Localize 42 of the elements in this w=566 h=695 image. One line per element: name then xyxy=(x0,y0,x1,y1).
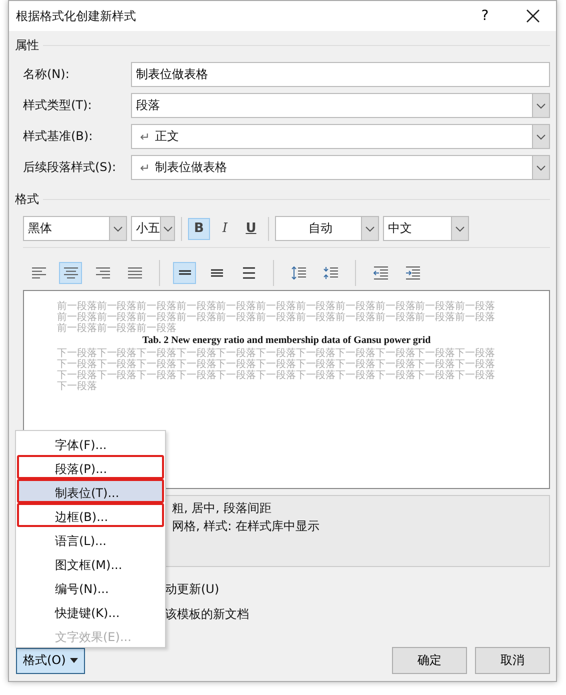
window-title: 根据格式化创建新样式 xyxy=(16,8,137,24)
help-button[interactable]: ? xyxy=(462,1,508,31)
style-dropdown[interactable]: ↵ 制表位做表格 xyxy=(131,155,550,180)
style-dropdown[interactable]: 段落 xyxy=(131,93,550,118)
section-heading: 属性 xyxy=(15,37,39,54)
field-label: 样式类型(T): xyxy=(23,97,93,114)
menu-item[interactable]: 编号(N)... xyxy=(17,575,164,599)
dialog-button[interactable]: 取消 xyxy=(475,647,550,674)
language-dropdown[interactable]: 中文 xyxy=(383,216,469,241)
menu-item[interactable]: 边框(B)... xyxy=(17,503,164,527)
preview-caption: Tab. 2 New energy ratio and membership data of Gansu power grid xyxy=(141,334,432,348)
preview-text: 下一段落 xyxy=(57,381,98,392)
underline-button[interactable]: U xyxy=(240,218,262,240)
menu-item[interactable]: 图文框(M)... xyxy=(17,551,164,575)
bold-button[interactable]: B xyxy=(188,218,210,240)
field-label: 样式基准(B): xyxy=(23,128,94,145)
style-dropdown[interactable]: ↵ 正文 xyxy=(131,124,550,149)
option-label: 该模板的新文档 xyxy=(165,606,250,623)
dialog-button[interactable]: 确定 xyxy=(392,647,467,674)
italic-button[interactable]: I xyxy=(214,218,236,240)
section-heading: 格式 xyxy=(15,191,39,208)
size-dropdown[interactable]: 小五 xyxy=(131,216,175,241)
menu-item[interactable]: 制表位(T)... xyxy=(17,479,164,503)
preview-text: 下一段落下一段落下一段落下一段落下一段落下一段落下一段落下一段落下一段落下一段落下一段落 xyxy=(57,370,496,381)
font-dropdown[interactable]: 黑体 xyxy=(23,216,127,241)
preview-text: 前一段落前一段落前一段落 xyxy=(57,323,178,334)
field-label: 后续段落样式(S): xyxy=(23,159,118,176)
format-button[interactable]: 格式(O) xyxy=(16,648,85,674)
preview-text: 前一段落前一段落前一段落前一段落前一段落前一段落前一段落前一段落前一段落前一段落前一段落 xyxy=(57,312,496,323)
menu-item[interactable]: 字体(F)... xyxy=(17,431,164,455)
preview-text: 前一段落前一段落前一段落前一段落前一段落前一段落前一段落前一段落前一段落前一段落前一段落 xyxy=(57,301,496,312)
field-label: 名称(N): xyxy=(23,66,70,83)
color-dropdown[interactable]: 自动 xyxy=(275,216,379,241)
preview-text: 下一段落下一段落下一段落下一段落下一段落下一段落下一段落下一段落下一段落下一段落下一段落 xyxy=(57,348,496,359)
description-text: 粗, 居中, 段落间距 xyxy=(172,500,272,517)
description-text: 网格, 样式: 在样式库中显示 xyxy=(172,518,320,535)
menu-item[interactable]: 语言(L)... xyxy=(17,527,164,551)
menu-item[interactable]: 段落(P)... xyxy=(17,455,164,479)
preview-text: 下一段落下一段落下一段落下一段落下一段落下一段落下一段落下一段落下一段落下一段落下一段落 xyxy=(57,359,496,370)
menu-item[interactable]: 快捷键(K)... xyxy=(17,599,164,623)
option-label: 动更新(U) xyxy=(165,581,220,598)
name-field[interactable]: 制表位做表格 xyxy=(131,62,550,87)
